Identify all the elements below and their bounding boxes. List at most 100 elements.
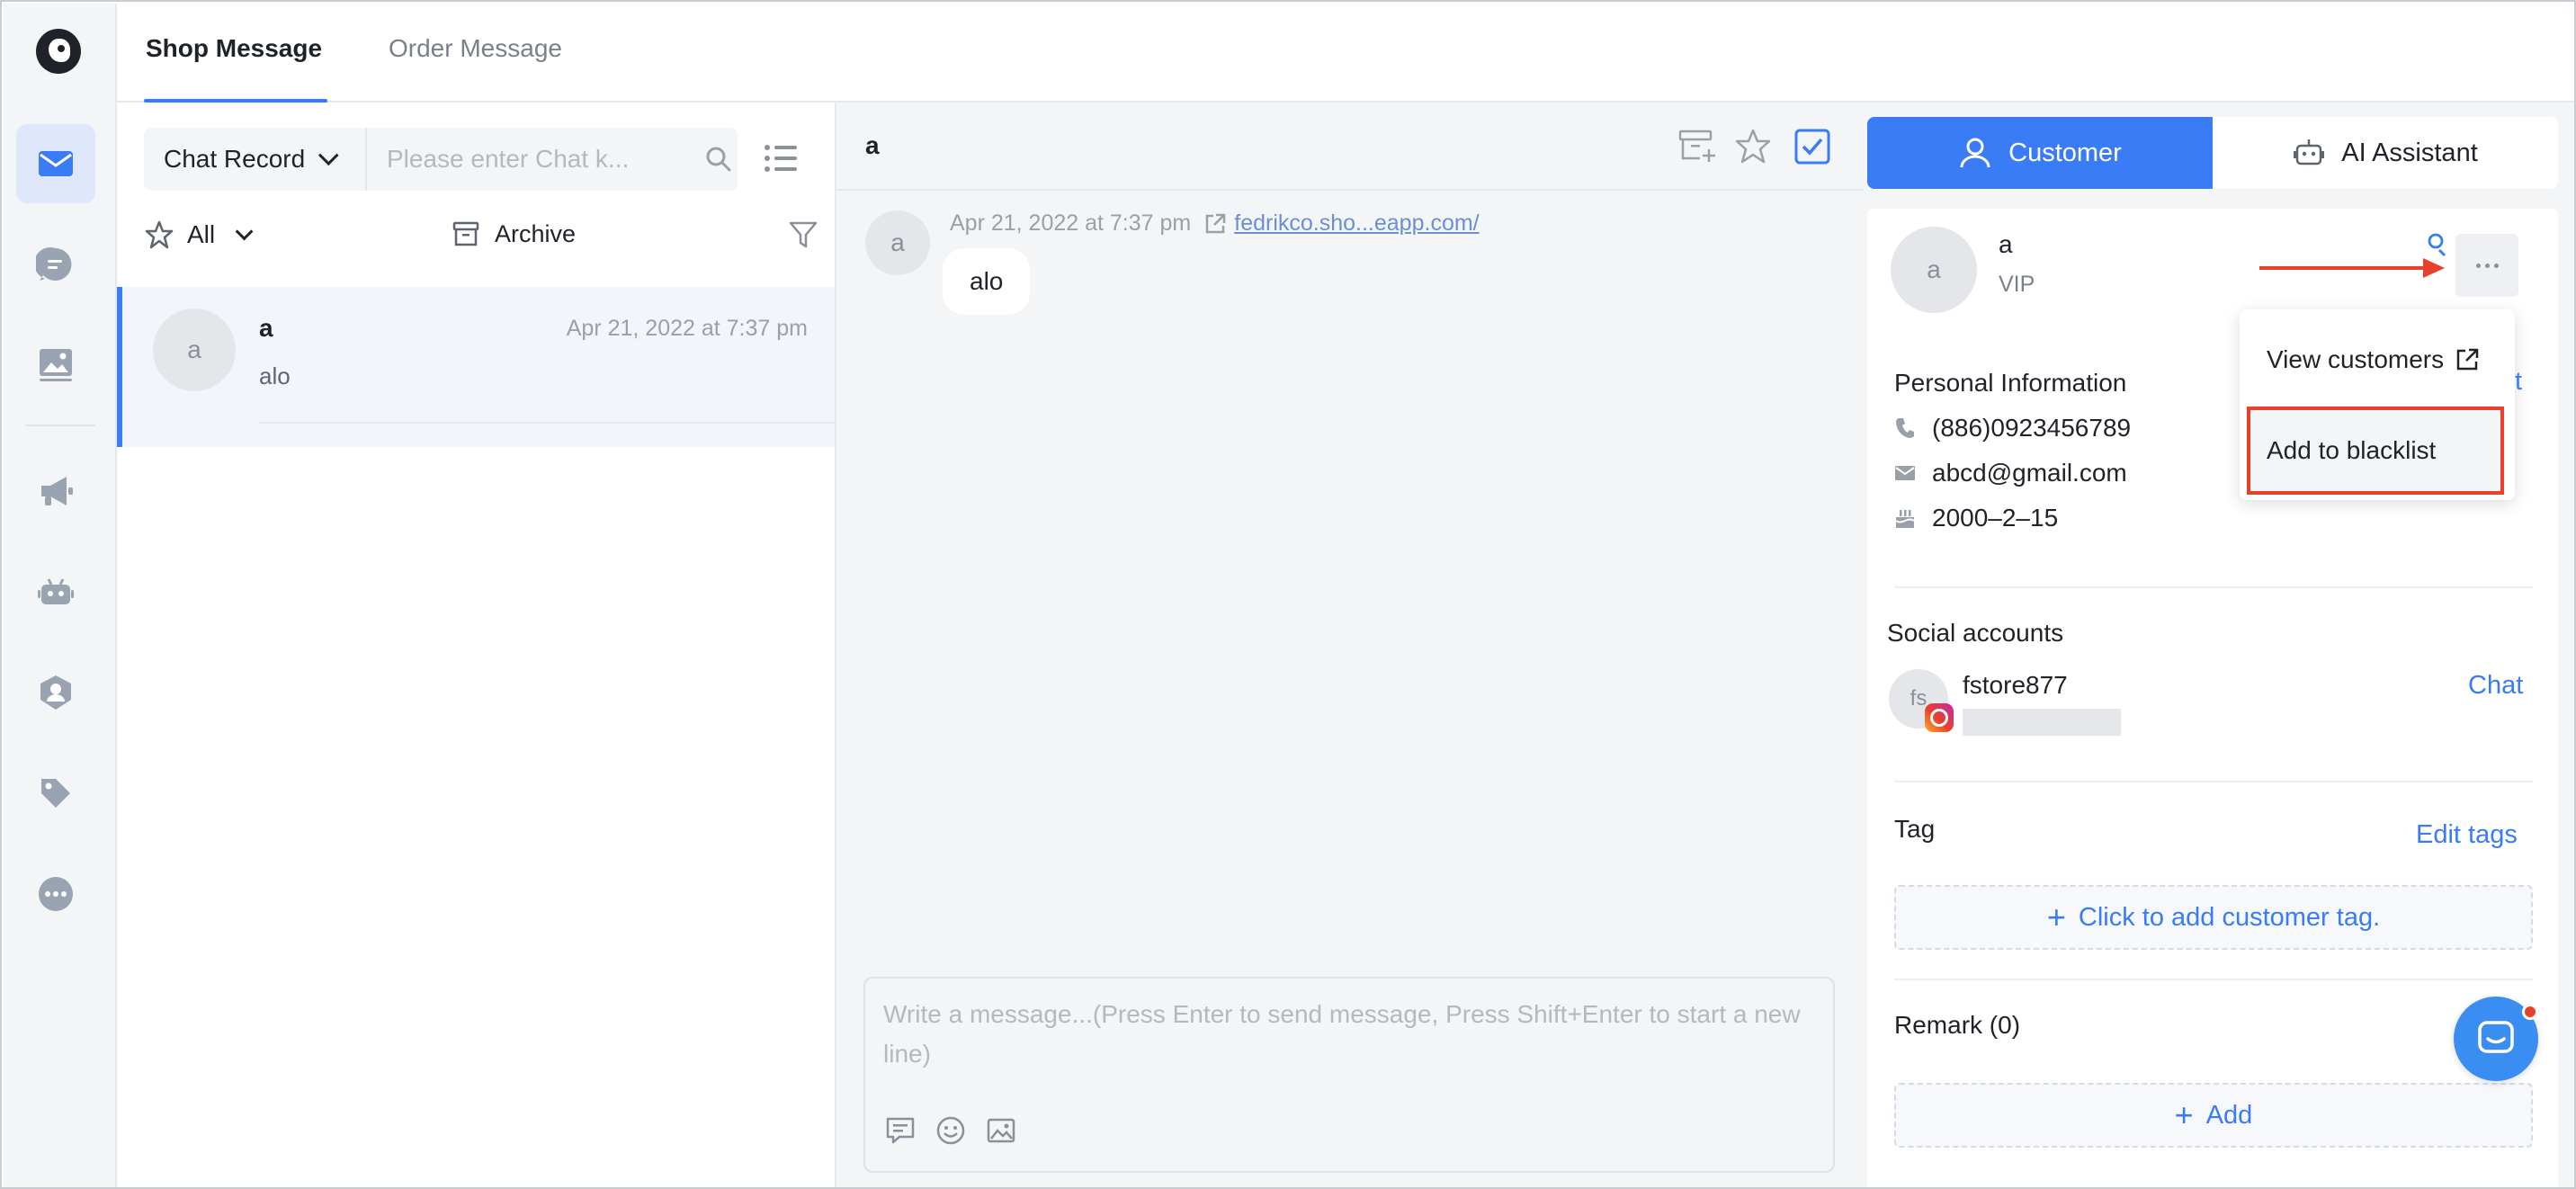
more-options-button[interactable]: [2455, 234, 2518, 297]
message-meta: Apr 21, 2022 at 7:37 pm fedrikco.sho...e…: [950, 210, 1480, 237]
composer-toolbar: [885, 1115, 1016, 1146]
instagram-icon: [1925, 703, 1954, 732]
view-customers-item[interactable]: View customers: [2267, 345, 2480, 374]
avatar: a: [1891, 227, 1977, 313]
social-account-name: fstore877: [1963, 671, 2068, 699]
nav-gallery-button[interactable]: [16, 326, 95, 405]
tab-customer-label: Customer: [2008, 138, 2122, 167]
tab-shop-message[interactable]: Shop Message: [146, 34, 322, 63]
sync-icon[interactable]: [2427, 232, 2448, 257]
view-customers-label: View customers: [2267, 345, 2445, 373]
robot-icon: [38, 578, 74, 604]
search-scope-label: Chat Record: [164, 145, 306, 173]
conversation-preview: alo: [259, 362, 291, 389]
chat-header: a: [836, 103, 1864, 191]
chevron-down-icon: [318, 145, 339, 166]
add-remark-button[interactable]: + Add: [1894, 1083, 2533, 1148]
annotation-arrow: [2259, 266, 2427, 270]
ellipsis-icon: [2475, 263, 2499, 268]
tab-order-message[interactable]: Order Message: [389, 34, 562, 63]
icon-rail: [4, 4, 117, 1187]
archive-label: Archive: [495, 219, 577, 247]
message-composer[interactable]: Write a message...(Press Enter to send m…: [863, 977, 1835, 1173]
add-to-blacklist-label: Add to blacklist: [2267, 436, 2437, 464]
checkbox-done-icon[interactable]: [1792, 126, 1833, 167]
phone-row: (886)0923456789: [1894, 414, 2131, 443]
divider: [259, 422, 835, 424]
nav-bot-button[interactable]: [16, 552, 95, 631]
app-logo-icon: [36, 29, 81, 74]
divider: [1894, 781, 2533, 782]
search-input[interactable]: [367, 128, 691, 191]
conversation-time: Apr 21, 2022 at 7:37 pm: [566, 316, 808, 341]
chat-pane: a a Apr 21, 2022 at 7:37 pm fedrikco.sho…: [836, 103, 1864, 1187]
search-icon[interactable]: [705, 146, 732, 173]
archive-add-icon[interactable]: [1677, 126, 1718, 167]
emoji-icon[interactable]: [935, 1115, 966, 1146]
customer-level: VIP: [1999, 272, 2035, 297]
filter-icon[interactable]: [788, 219, 818, 250]
social-accounts-title: Social accounts: [1887, 619, 2064, 647]
message-bubble: alo: [943, 248, 1031, 315]
notification-badge: [2522, 1004, 2538, 1020]
archive-icon: [452, 221, 479, 246]
chat-support-icon: [2478, 1021, 2514, 1053]
quick-reply-icon[interactable]: [885, 1115, 916, 1146]
chevron-down-icon: [235, 222, 254, 241]
cake-icon: [1895, 510, 1915, 528]
more-options-menu: View customers Add to blacklist: [2240, 309, 2515, 500]
customer-name: a: [1999, 230, 2013, 258]
more-circle-icon: [39, 877, 73, 911]
tab-customer[interactable]: Customer: [1867, 117, 2213, 189]
nav-more-button[interactable]: [16, 854, 95, 934]
tab-ai-assistant[interactable]: AI Assistant: [2213, 117, 2558, 189]
archive-button[interactable]: Archive: [452, 219, 576, 248]
chat-bubble-icon: [36, 246, 72, 281]
star-icon: [145, 220, 174, 249]
nav-messages-button[interactable]: [16, 124, 95, 203]
image-icon: [40, 349, 72, 381]
social-chat-link[interactable]: Chat: [2468, 671, 2523, 701]
birthday-value: 2000–2–15: [1932, 504, 2059, 532]
tab-ai-label: AI Assistant: [2341, 138, 2478, 167]
composer-placeholder: Write a message...(Press Enter to send m…: [883, 1000, 1801, 1068]
search-scope-select[interactable]: Chat Record: [144, 128, 367, 191]
add-tag-button[interactable]: + Click to add customer tag.: [1894, 885, 2533, 950]
conversation-item[interactable]: a a Apr 21, 2022 at 7:37 pm alo: [117, 287, 835, 447]
edit-tags-link[interactable]: Edit tags: [2416, 820, 2518, 850]
nav-broadcast-button[interactable]: [16, 451, 95, 531]
user-icon: [1960, 138, 1990, 168]
personal-info-title: Personal Information: [1894, 369, 2127, 397]
filter-row: All Archive: [144, 214, 818, 257]
list-view-icon[interactable]: [763, 140, 799, 176]
star-icon[interactable]: [1732, 126, 1774, 167]
nav-customers-button[interactable]: [16, 653, 95, 732]
birthday-row: 2000–2–15: [1894, 504, 2058, 532]
divider: [1894, 586, 2533, 588]
conversation-list-pane: Chat Record All Archive a a Apr 21, 2022…: [117, 103, 836, 1187]
divider: [1894, 979, 2533, 980]
app-window: Shop Message Order Message Chat Record A…: [0, 0, 2576, 1189]
tag-icon: [41, 779, 70, 808]
message-source-link[interactable]: fedrikco.sho...eapp.com/: [1234, 210, 1479, 237]
user-shield-icon: [40, 675, 71, 710]
email-value: abcd@gmail.com: [1932, 459, 2127, 487]
plus-icon: +: [2174, 1096, 2194, 1133]
tag-title: Tag: [1894, 815, 1936, 843]
avatar: a: [865, 210, 930, 275]
phone-icon: [1896, 418, 1914, 438]
image-upload-icon[interactable]: [986, 1115, 1016, 1146]
email-icon: [1895, 466, 1915, 480]
nav-tags-button[interactable]: [16, 754, 95, 833]
edit-link-partial[interactable]: t: [2515, 367, 2522, 397]
nav-chat-button[interactable]: [16, 225, 95, 304]
add-to-blacklist-item[interactable]: Add to blacklist: [2247, 407, 2504, 495]
filter-all-dropdown[interactable]: All: [144, 219, 254, 250]
chat-title: a: [865, 131, 880, 159]
remark-title: Remark (0): [1894, 1011, 2021, 1039]
annotation-arrow-head: [2423, 258, 2445, 278]
search-box: Chat Record: [144, 128, 738, 191]
megaphone-icon: [41, 477, 73, 505]
message-time: Apr 21, 2022 at 7:37 pm: [950, 210, 1192, 236]
external-link-icon: [1206, 213, 1226, 233]
